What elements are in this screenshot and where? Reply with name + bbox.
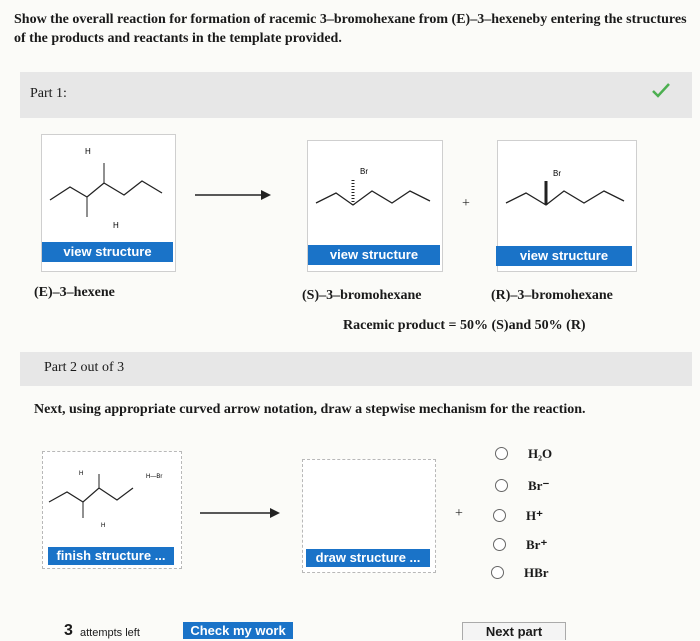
atom-h-top: H: [85, 147, 91, 156]
question-text: Show the overall reaction for formation …: [14, 12, 687, 46]
plus-sign-2: +: [455, 506, 463, 521]
view-structure-button-reactant[interactable]: view structure: [42, 242, 173, 262]
option-h-plus: H⁺: [526, 508, 543, 523]
reactant-label: (E)–3–hexene: [34, 285, 115, 300]
draw-structure-button[interactable]: draw structure ...: [306, 549, 430, 567]
option-h2o: H₂O: [528, 446, 553, 461]
radio-option-h2o[interactable]: [495, 447, 508, 460]
view-structure-button-product1[interactable]: view structure: [308, 245, 440, 265]
radio-option-h-plus[interactable]: [493, 509, 506, 522]
part2-instruction: Next, using appropriate curved arrow not…: [34, 402, 586, 417]
part1-title: Part 1:: [30, 86, 67, 101]
attempts-count: 3: [64, 622, 73, 639]
product1-label: (S)–3–bromohexane: [302, 288, 422, 303]
atom-br-r: Br: [553, 169, 561, 178]
option-br-plus: Br⁺: [526, 537, 548, 552]
radio-option-br-plus[interactable]: [493, 538, 506, 551]
attempts-text: attempts left: [80, 627, 140, 639]
option-br-minus: Br⁻: [528, 478, 550, 493]
atom-h-bottom2: H: [101, 523, 105, 529]
next-part-button[interactable]: Next part: [462, 622, 566, 640]
part2-title: Part 2 out of 3: [44, 360, 125, 375]
finish-structure-button[interactable]: finish structure ...: [48, 547, 174, 565]
racemic-note: Racemic product = 50% (S)and 50% (R): [343, 318, 586, 333]
radio-option-hbr[interactable]: [491, 566, 504, 579]
view-structure-button-product2[interactable]: view structure: [496, 246, 632, 266]
part1-header: [20, 72, 692, 118]
check-my-work-button[interactable]: Check my work: [183, 622, 293, 639]
mechanism-arrow: [200, 508, 280, 518]
atom-h-top2: H: [79, 471, 83, 477]
plus-sign: +: [462, 196, 470, 211]
product2-label: (R)–3–bromohexane: [491, 288, 613, 303]
atom-h-bottom: H: [113, 221, 119, 230]
radio-option-br-minus[interactable]: [495, 479, 508, 492]
option-hbr: HBr: [524, 565, 549, 580]
atom-br-s: Br: [360, 167, 368, 176]
checkmark-icon: [652, 83, 670, 98]
hbr-molecule: H—Br: [146, 474, 162, 480]
reaction-arrow: [195, 190, 271, 200]
